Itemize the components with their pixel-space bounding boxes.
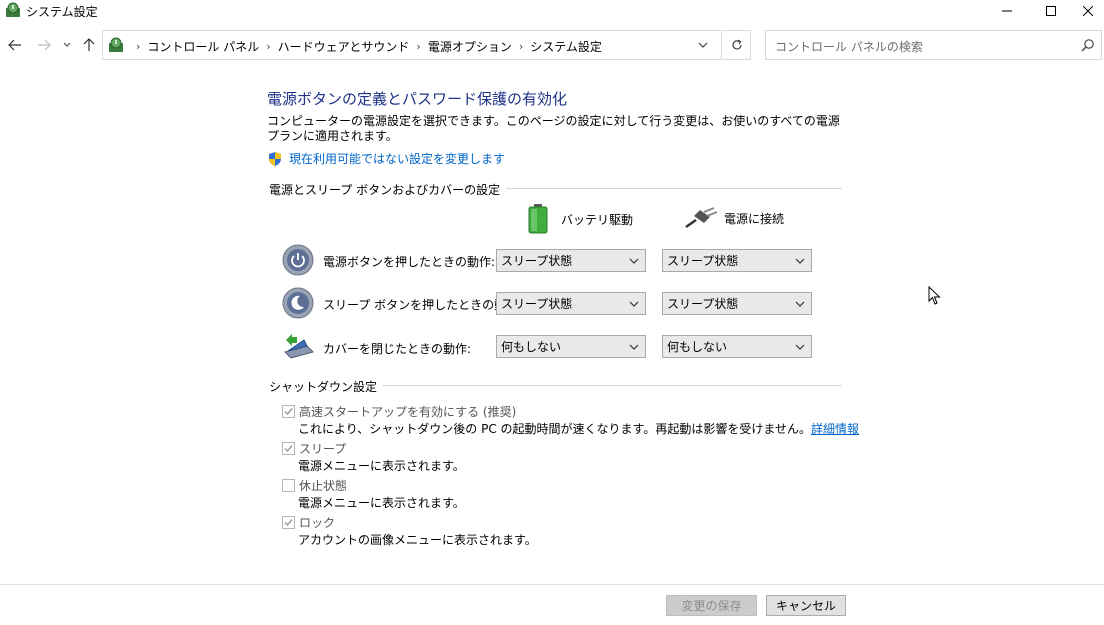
select-value: スリープ状態: [667, 254, 739, 268]
power-button-plugged-select[interactable]: スリープ状態: [662, 249, 812, 272]
recent-locations-button[interactable]: [60, 36, 74, 54]
checkmark-icon: [284, 519, 293, 527]
sleep-button-label: スリープ ボタンを押したときの動作:: [323, 298, 523, 312]
lock-checkbox-row[interactable]: ロック: [282, 514, 335, 531]
lock-label: ロック: [299, 516, 336, 530]
fast-startup-label: 高速スタートアップを有効にする (推奨): [299, 405, 517, 419]
close-button[interactable]: [1072, 0, 1104, 22]
breadcrumb-separator-icon[interactable]: ›: [266, 40, 270, 53]
breadcrumb-item[interactable]: 電源オプション: [428, 38, 512, 55]
breadcrumb-item[interactable]: ハードウェアとサウンド: [278, 38, 410, 55]
more-info-link[interactable]: 詳細情報: [811, 422, 859, 436]
power-plug-icon: [685, 207, 718, 229]
chevron-down-icon: [63, 42, 71, 47]
power-options-icon: [6, 2, 20, 17]
fast-startup-description: これにより、シャットダウン後の PC の起動時間が速くなります。再起動は影響を受…: [298, 420, 859, 437]
breadcrumb: › コントロール パネル › ハードウェアとサウンド › 電源オプション › シ…: [129, 38, 602, 55]
power-group-title: 電源とスリープ ボタンおよびカバーの設定: [269, 181, 507, 198]
sleep-button-icon: [282, 287, 314, 319]
arrow-left-icon: [8, 39, 21, 51]
search-placeholder: コントロール パネルの検索: [775, 40, 923, 54]
mouse-cursor-icon: [928, 286, 941, 305]
arrow-up-icon: [83, 38, 95, 51]
hibernate-label: 休止状態: [299, 479, 348, 493]
sleep-description: 電源メニューに表示されます。: [298, 459, 465, 473]
chevron-down-icon: [795, 301, 805, 307]
close-icon: [1083, 6, 1093, 16]
power-button-icon: [282, 244, 314, 276]
change-settings-link-text[interactable]: 現在利用可能ではない設定を変更します: [289, 150, 505, 167]
shutdown-group-title: シャットダウン設定: [269, 378, 384, 395]
select-value: 何もしない: [667, 340, 728, 354]
footer-divider: [0, 584, 1104, 585]
select-value: スリープ状態: [501, 254, 573, 268]
power-button-battery-select[interactable]: スリープ状態: [496, 249, 646, 272]
sleep-button-plugged-select[interactable]: スリープ状態: [662, 292, 812, 315]
maximize-button[interactable]: [1028, 0, 1074, 22]
search-icon[interactable]: [1081, 38, 1095, 52]
chevron-down-icon: [629, 344, 639, 350]
battery-column-header: バッテリ駆動: [527, 204, 633, 234]
lid-close-plugged-select[interactable]: 何もしない: [662, 335, 812, 358]
fast-startup-checkbox[interactable]: [282, 405, 295, 418]
page-title: 電源ボタンの定義とパスワード保護の有効化: [267, 90, 568, 108]
minimize-icon: [1002, 10, 1012, 12]
page-description: コンピューターの電源設定を選択できます。このページの設定に対して行う変更は、お使…: [267, 114, 840, 143]
plugged-column-header: 電源に接続: [684, 207, 784, 229]
refresh-icon: [731, 39, 742, 50]
cancel-button[interactable]: キャンセル: [766, 595, 846, 616]
power-button-label: 電源ボタンを押したときの動作:: [323, 255, 496, 269]
breadcrumb-item[interactable]: コントロール パネル: [147, 38, 259, 55]
refresh-button[interactable]: [723, 30, 751, 60]
checkmark-icon: [284, 445, 293, 453]
select-value: 何もしない: [501, 340, 562, 354]
fast-startup-description-text: これにより、シャットダウン後の PC の起動時間が速くなります。再起動は影響を受…: [298, 422, 811, 436]
breadcrumb-separator-icon[interactable]: ›: [416, 40, 420, 53]
search-input[interactable]: コントロール パネルの検索: [765, 30, 1102, 60]
breadcrumb-separator-icon[interactable]: ›: [136, 40, 140, 53]
battery-icon: [528, 204, 548, 234]
title-bar: システム設定: [0, 0, 1104, 22]
battery-column-label: バッテリ駆動: [561, 212, 634, 227]
control-panel-icon: [109, 37, 123, 52]
checkmark-icon: [284, 408, 293, 416]
uac-shield-icon: [269, 151, 281, 166]
chevron-down-icon: [629, 258, 639, 264]
save-changes-button[interactable]: 変更の保存: [666, 595, 757, 616]
lid-close-label: カバーを閉じたときの動作:: [323, 342, 472, 356]
arrow-right-icon: [38, 39, 51, 51]
select-value: スリープ状態: [501, 297, 573, 311]
select-value: スリープ状態: [667, 297, 739, 311]
chevron-down-icon: [698, 42, 708, 48]
plugged-column-label: 電源に接続: [724, 211, 785, 226]
forward-button[interactable]: [35, 36, 53, 54]
laptop-lid-icon: [284, 334, 314, 359]
breadcrumb-separator-icon[interactable]: ›: [519, 40, 523, 53]
fast-startup-checkbox-row[interactable]: 高速スタートアップを有効にする (推奨): [282, 403, 516, 420]
minimize-button[interactable]: [984, 0, 1030, 22]
breadcrumb-item[interactable]: システム設定: [530, 38, 602, 55]
lid-close-battery-select[interactable]: 何もしない: [496, 335, 646, 358]
maximize-icon: [1046, 6, 1056, 16]
sleep-button-battery-select[interactable]: スリープ状態: [496, 292, 646, 315]
hibernate-description: 電源メニューに表示されます。: [298, 496, 465, 510]
hibernate-checkbox[interactable]: [282, 479, 295, 492]
hibernate-checkbox-row[interactable]: 休止状態: [282, 477, 347, 494]
up-button[interactable]: [80, 36, 98, 54]
address-history-button[interactable]: [693, 36, 713, 54]
lock-checkbox[interactable]: [282, 516, 295, 529]
chevron-down-icon: [795, 344, 805, 350]
back-button[interactable]: [6, 36, 24, 54]
lock-description: アカウントの画像メニューに表示されます。: [298, 533, 537, 547]
change-unavailable-settings-link[interactable]: 現在利用可能ではない設定を変更します: [267, 150, 505, 167]
chevron-down-icon: [629, 301, 639, 307]
address-bar[interactable]: › コントロール パネル › ハードウェアとサウンド › 電源オプション › シ…: [102, 30, 722, 60]
sleep-checkbox[interactable]: [282, 442, 295, 455]
window-title: システム設定: [26, 5, 98, 19]
sleep-checkbox-row[interactable]: スリープ: [282, 440, 346, 457]
chevron-down-icon: [795, 258, 805, 264]
sleep-label: スリープ: [299, 442, 347, 456]
